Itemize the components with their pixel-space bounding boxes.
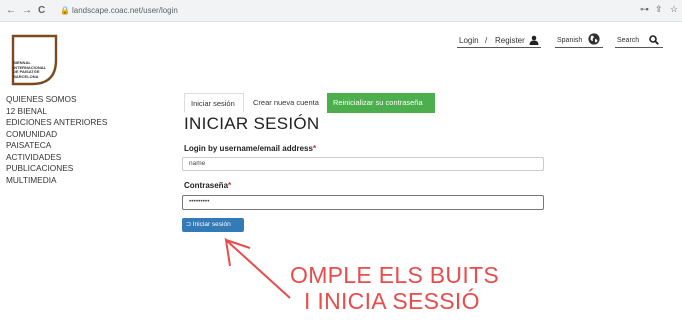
username-value: name bbox=[189, 160, 206, 167]
sidebar-item-quienes-somos[interactable]: QUIENES SOMOS bbox=[6, 94, 107, 106]
required-mark: * bbox=[312, 144, 317, 153]
lock-icon: 🔒 bbox=[60, 6, 70, 15]
url-text: landscape.coac.net/user/login bbox=[72, 6, 178, 15]
login-icon: ⮊ bbox=[186, 221, 191, 228]
annotation-line-2: I INICIA SESSIÓ bbox=[304, 288, 480, 314]
globe-icon[interactable] bbox=[588, 33, 600, 45]
username-label-text: Login by username/email address bbox=[184, 144, 313, 153]
password-input[interactable]: ••••••••• bbox=[182, 195, 544, 210]
reload-icon[interactable]: C bbox=[38, 4, 45, 18]
key-icon[interactable]: ⊶ bbox=[640, 4, 649, 15]
language-selector[interactable]: Spanish bbox=[557, 37, 582, 44]
address-bar[interactable]: 🔒 landscape.coac.net/user/login bbox=[56, 3, 656, 19]
user-icon bbox=[529, 35, 539, 45]
login-submit-label: Iniciar sesión bbox=[192, 221, 231, 228]
password-label-text: Contraseña bbox=[184, 181, 229, 190]
login-submit-button[interactable]: ⮊ Iniciar sesión bbox=[182, 218, 244, 232]
register-link[interactable]: Register bbox=[495, 36, 525, 45]
sidebar-item-comunidad[interactable]: COMUNIDAD bbox=[6, 129, 107, 141]
annotation-arrow-icon bbox=[224, 237, 291, 299]
browser-toolbar: ← → C 🔒 landscape.coac.net/user/login ⊶ … bbox=[0, 0, 682, 22]
username-input[interactable]: name bbox=[182, 157, 544, 171]
language-underline bbox=[555, 47, 603, 48]
logo-text: BIENNAL INTERNACIONAL DE PAISATGE BARCEL… bbox=[13, 60, 47, 79]
tab-iniciar-sesion[interactable]: Iniciar sesión bbox=[184, 93, 244, 113]
sidebar-menu: QUIENES SOMOS 12 BIENAL EDICIONES ANTERI… bbox=[6, 94, 107, 186]
sidebar-item-paisateca[interactable]: PAISATECA bbox=[6, 140, 107, 152]
search-underline bbox=[615, 47, 663, 48]
back-icon[interactable]: ← bbox=[6, 4, 16, 18]
login-link[interactable]: Login bbox=[459, 36, 479, 45]
site-logo[interactable]: BIENNAL INTERNACIONAL DE PAISATGE BARCEL… bbox=[10, 32, 58, 86]
required-mark: * bbox=[228, 181, 232, 190]
sidebar-item-multimedia[interactable]: MULTIMEDIA bbox=[6, 175, 107, 187]
star-icon[interactable]: ☆ bbox=[670, 4, 678, 15]
search-link[interactable]: Search bbox=[617, 37, 639, 44]
share-icon[interactable]: ⇪ bbox=[655, 4, 663, 15]
login-register-separator: / bbox=[485, 36, 488, 45]
login-underline bbox=[457, 47, 541, 48]
page-title: INICIAR SESIÓN bbox=[184, 114, 320, 133]
search-icon[interactable] bbox=[649, 35, 659, 45]
forward-icon[interactable]: → bbox=[22, 4, 32, 18]
sidebar-item-actividades[interactable]: ACTIVIDADES bbox=[6, 152, 107, 164]
tab-crear-nueva-cuenta[interactable]: Crear nueva cuenta bbox=[247, 93, 325, 113]
password-label: Contraseña* bbox=[184, 181, 231, 190]
annotation-line-1: OMPLE ELS BUITS bbox=[290, 262, 500, 288]
sidebar-item-ediciones-anteriores[interactable]: EDICIONES ANTERIORES bbox=[6, 117, 107, 129]
sidebar-item-publicaciones[interactable]: PUBLICACIONES bbox=[6, 163, 107, 175]
username-label: Login by username/email address* bbox=[184, 144, 316, 153]
tab-reinicializar-contrasena[interactable]: Reinicializar su contraseña bbox=[327, 93, 435, 113]
sidebar-item-12-bienal[interactable]: 12 BIENAL bbox=[6, 106, 107, 118]
password-value: ••••••••• bbox=[189, 198, 210, 205]
